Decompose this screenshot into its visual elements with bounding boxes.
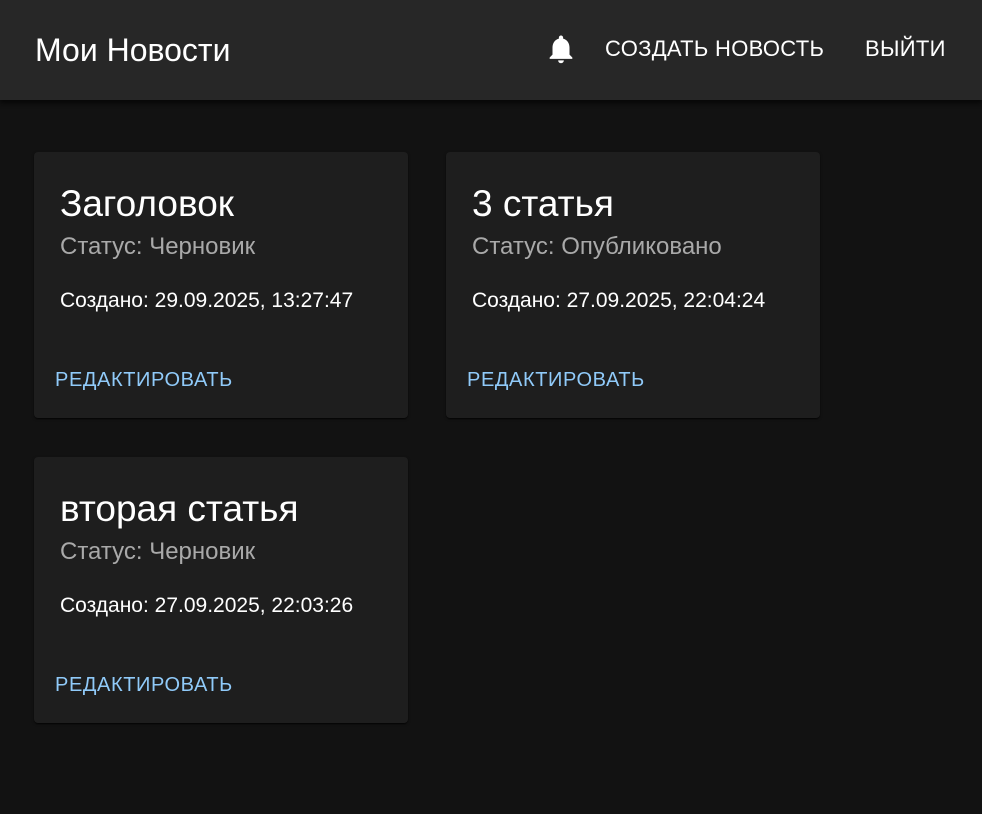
bell-icon[interactable] (544, 32, 578, 66)
app-bar: Мои Новости СОЗДАТЬ НОВОСТЬ ВЫЙТИ (0, 0, 982, 100)
edit-button[interactable]: РЕДАКТИРОВАТЬ (55, 366, 233, 394)
news-card: вторая статья Статус: Черновик Создано: … (34, 457, 408, 723)
news-card: 3 статья Статус: Опубликовано Создано: 2… (446, 152, 820, 418)
news-card: Заголовок Статус: Черновик Создано: 29.0… (34, 152, 408, 418)
news-card-status: Статус: Черновик (60, 233, 256, 260)
news-card-status: Статус: Черновик (60, 538, 256, 565)
app-title: Мои Новости (35, 32, 231, 68)
logout-button[interactable]: ВЫЙТИ (865, 34, 946, 64)
news-card-title: вторая статья (60, 488, 299, 529)
news-card-created-date: Создано: 27.09.2025, 22:03:26 (60, 594, 354, 617)
create-news-button[interactable]: СОЗДАТЬ НОВОСТЬ (605, 34, 824, 64)
edit-button[interactable]: РЕДАКТИРОВАТЬ (55, 671, 233, 699)
news-card-status: Статус: Опубликовано (472, 233, 722, 260)
news-card-title: Заголовок (60, 183, 234, 224)
news-card-created-date: Создано: 29.09.2025, 13:27:47 (60, 289, 354, 312)
bell-icon-glyph (549, 35, 573, 64)
edit-button[interactable]: РЕДАКТИРОВАТЬ (467, 366, 645, 394)
news-card-created-date: Создано: 27.09.2025, 22:04:24 (472, 289, 766, 312)
news-card-title: 3 статья (472, 183, 614, 224)
